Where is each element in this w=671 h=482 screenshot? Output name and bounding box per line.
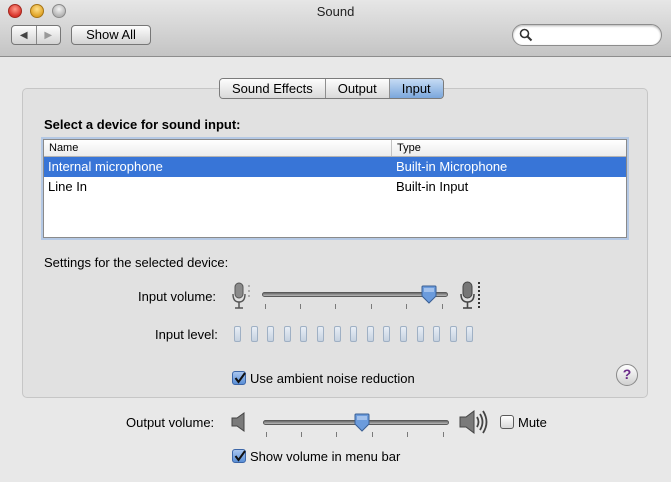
input-level-segment <box>250 326 258 342</box>
speaker-high-icon <box>459 410 488 434</box>
input-level-label: Input level: <box>155 327 218 342</box>
output-volume-slider-thumb[interactable] <box>354 413 370 433</box>
mute-checkbox[interactable] <box>500 415 514 429</box>
input-volume-ticks <box>262 304 448 310</box>
device-type: Built-in Input <box>396 179 469 194</box>
input-level-meter <box>234 326 483 343</box>
input-volume-slider-thumb[interactable] <box>421 285 437 305</box>
checkmark-icon <box>234 450 246 462</box>
help-button[interactable]: ? <box>616 364 638 386</box>
ambient-noise-checkbox[interactable] <box>232 371 246 385</box>
input-level-segment <box>433 326 441 342</box>
ambient-noise-label[interactable]: Use ambient noise reduction <box>250 371 415 386</box>
search-input[interactable] <box>535 27 659 45</box>
input-level-segment <box>383 326 391 342</box>
input-level-segment <box>316 326 324 342</box>
input-level-segment <box>267 326 275 342</box>
show-volume-menu-bar-checkbox[interactable] <box>232 449 246 463</box>
input-level-segment <box>300 326 308 342</box>
input-level-segment <box>333 326 341 342</box>
window-toolbar: Sound ◀ ▶ Show All <box>0 0 671 57</box>
back-forward-control: ◀ ▶ <box>11 25 61 45</box>
tab-sound-effects[interactable]: Sound Effects <box>220 79 325 98</box>
speaker-low-icon <box>231 412 245 432</box>
column-header-name[interactable]: Name <box>44 140 392 156</box>
show-volume-menu-bar-label[interactable]: Show volume in menu bar <box>250 449 400 464</box>
input-level-segment <box>449 326 457 342</box>
device-name: Internal microphone <box>48 159 163 174</box>
settings-panel <box>22 88 648 398</box>
microphone-high-icon <box>460 281 480 309</box>
help-icon: ? <box>622 366 632 382</box>
input-level-segment <box>366 326 374 342</box>
input-level-segment <box>350 326 358 342</box>
tab-bar: Sound Effects Output Input <box>219 78 444 99</box>
tab-output[interactable]: Output <box>324 79 389 98</box>
show-all-button[interactable]: Show All <box>71 25 151 45</box>
output-volume-label: Output volume: <box>126 415 215 430</box>
window-title: Sound <box>316 4 355 19</box>
device-list[interactable]: Name Type Internal microphone Built-in M… <box>43 139 627 238</box>
device-list-header: Name Type <box>44 140 626 157</box>
column-header-type[interactable]: Type <box>392 140 626 156</box>
forward-button[interactable]: ▶ <box>35 26 61 44</box>
input-level-segment <box>283 326 291 342</box>
device-row[interactable]: Line In Built-in Input <box>44 177 626 197</box>
microphone-low-icon <box>232 282 250 309</box>
input-level-segment <box>416 326 424 342</box>
checkmark-icon <box>234 372 246 384</box>
settings-heading: Settings for the selected device: <box>44 255 229 270</box>
device-row[interactable]: Internal microphone Built-in Microphone <box>44 157 626 177</box>
input-volume-track[interactable] <box>262 292 448 297</box>
input-level-segment <box>234 326 241 342</box>
device-type: Built-in Microphone <box>396 159 508 174</box>
select-device-heading: Select a device for sound input: <box>44 117 241 132</box>
search-icon <box>519 28 533 42</box>
tab-input[interactable]: Input <box>388 79 443 98</box>
search-field[interactable] <box>512 24 662 46</box>
mute-label[interactable]: Mute <box>518 415 547 430</box>
input-volume-label: Input volume: <box>138 289 217 304</box>
back-button[interactable]: ◀ <box>12 26 36 44</box>
input-level-segment <box>466 326 474 342</box>
input-level-segment <box>399 326 407 342</box>
device-name: Line In <box>48 179 88 194</box>
